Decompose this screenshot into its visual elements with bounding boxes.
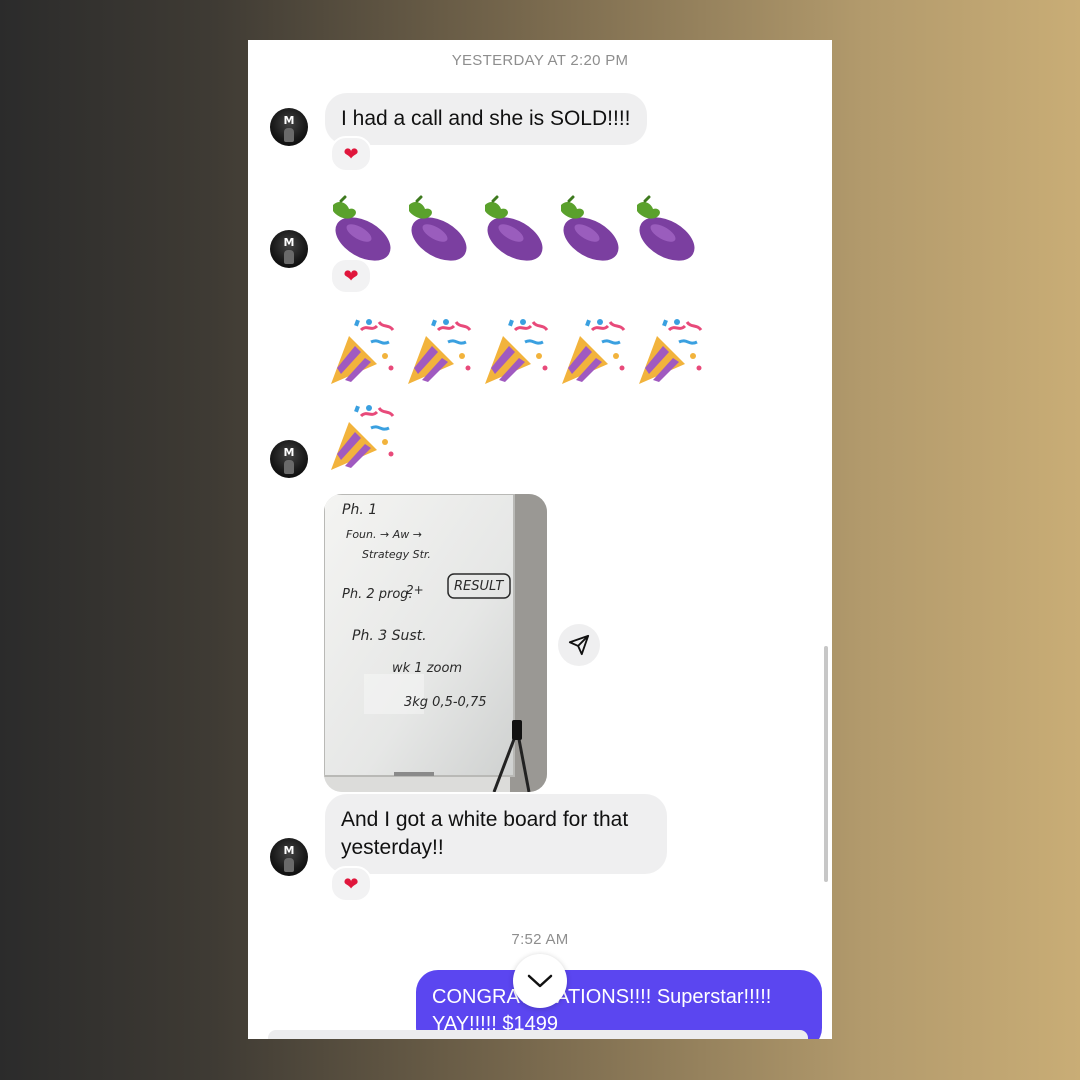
- party-emoji-message[interactable]: [325, 402, 398, 475]
- eggplant-emoji-message[interactable]: [325, 195, 701, 267]
- party-popper-emoji: [479, 316, 552, 389]
- whiteboard-text: wk 1 zoom: [392, 661, 462, 676]
- message-bubble[interactable]: I had a call and she is SOLD!!!!: [325, 93, 647, 145]
- whiteboard-photo[interactable]: Ph. 1 Foun. → Aw → Strategy Str. 2+ Ph. 2 pr…: [324, 494, 547, 792]
- eggplant-emoji: [401, 195, 473, 267]
- party-popper-emoji: [556, 316, 629, 389]
- heart-reaction[interactable]: ❤: [330, 136, 372, 172]
- party-popper-emoji: [325, 402, 398, 475]
- chat-window: YESTERDAY AT 2:20 PM M I had a call and …: [248, 40, 832, 1039]
- whiteboard-text: Ph. 3 Sust.: [352, 628, 427, 644]
- whiteboard-text: Strategy Str.: [362, 548, 431, 561]
- avatar[interactable]: M: [270, 230, 308, 268]
- whiteboard-text: Ph. 1: [342, 502, 377, 518]
- chevron-down-icon: [527, 974, 553, 988]
- scrollbar[interactable]: [824, 646, 828, 882]
- party-popper-emoji: [633, 316, 706, 389]
- timestamp-today: 7:52 AM: [511, 931, 569, 948]
- party-emoji-message[interactable]: [325, 316, 706, 389]
- whiteboard-text: Foun. → Aw →: [346, 528, 422, 541]
- whiteboard-image: Ph. 1Foun. → Aw →Strategy Str.2+Ph. 2 pr…: [324, 494, 547, 792]
- heart-reaction[interactable]: ❤: [330, 258, 372, 294]
- share-button[interactable]: [558, 624, 600, 666]
- party-popper-emoji: [402, 316, 475, 389]
- avatar[interactable]: M: [270, 838, 308, 876]
- outgoing-message-bubble[interactable]: CONGRATULATIONS!!!! Superstar!!!!! YAY!!…: [416, 970, 822, 1039]
- avatar[interactable]: M: [270, 108, 308, 146]
- eggplant-emoji: [477, 195, 549, 267]
- share-icon: [568, 634, 590, 656]
- eggplant-emoji: [629, 195, 701, 267]
- message-bubble[interactable]: And I got a white board for that yesterd…: [325, 794, 667, 874]
- eggplant-emoji: [553, 195, 625, 267]
- eggplant-emoji: [325, 195, 397, 267]
- next-message-edge: [268, 1030, 808, 1039]
- whiteboard-text: 3kg 0,5-0,75: [404, 695, 487, 710]
- heart-reaction[interactable]: ❤: [330, 866, 372, 902]
- avatar[interactable]: M: [270, 440, 308, 478]
- timestamp-yesterday: YESTERDAY AT 2:20 PM: [451, 52, 629, 69]
- whiteboard-text: Ph. 2 prog.: [342, 587, 413, 602]
- whiteboard-text: RESULT: [454, 579, 504, 594]
- party-popper-emoji: [325, 316, 398, 389]
- scroll-to-bottom-button[interactable]: [513, 954, 567, 1008]
